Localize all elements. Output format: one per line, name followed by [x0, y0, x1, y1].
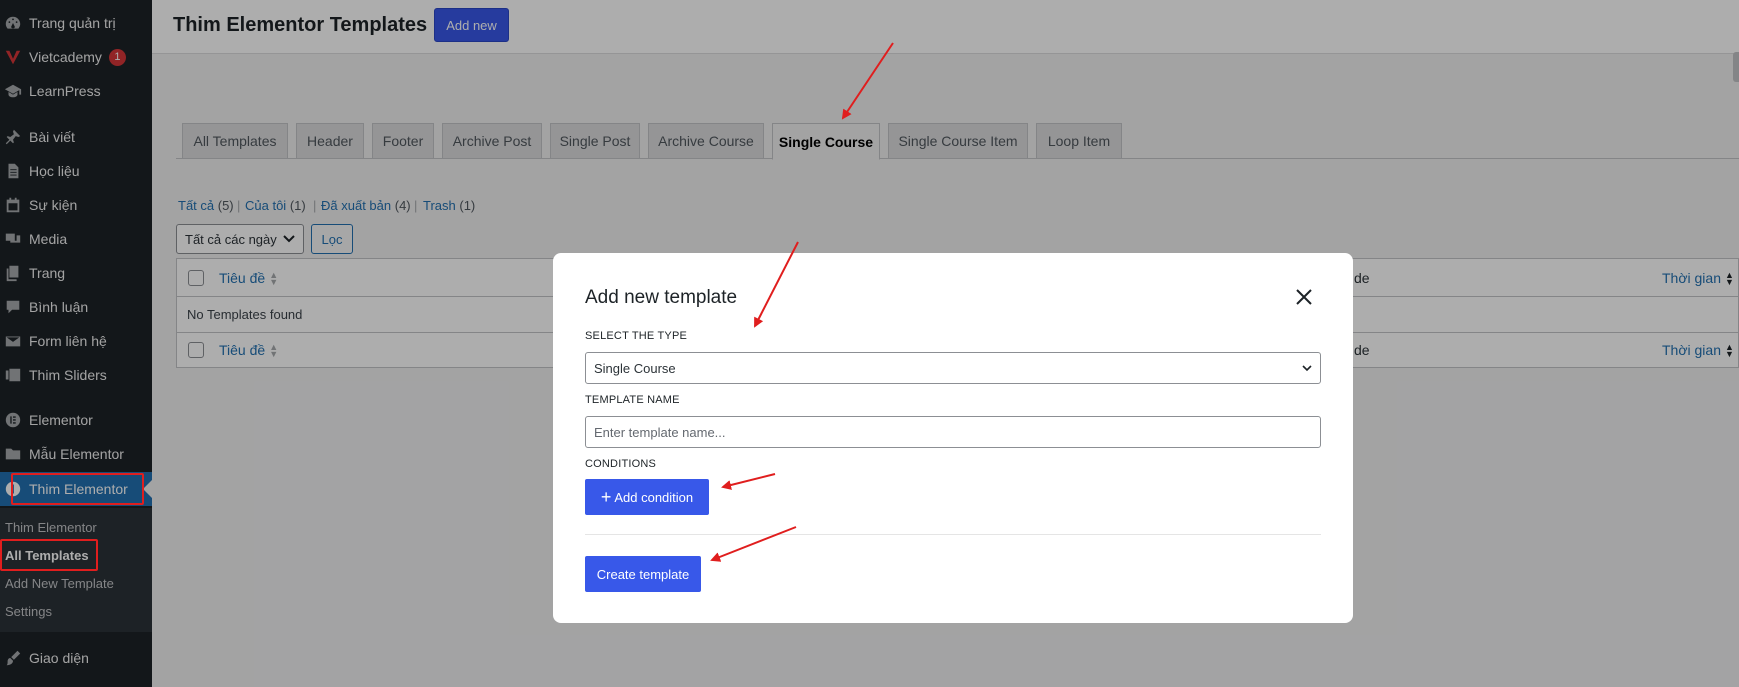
chevron-down-icon	[1302, 365, 1312, 372]
annotation-highlight-box	[11, 473, 144, 505]
add-template-modal: Add new template SELECT THE TYPE Single …	[553, 253, 1353, 623]
create-template-button[interactable]: Create template	[585, 556, 701, 592]
template-type-select[interactable]: Single Course	[585, 352, 1321, 384]
annotation-highlight-box	[0, 539, 98, 571]
modal-divider	[585, 534, 1321, 535]
conditions-label: CONDITIONS	[585, 458, 657, 470]
plus-icon: +	[600, 487, 612, 507]
add-condition-button[interactable]: + Add condition	[585, 479, 709, 515]
add-condition-label: Add condition	[614, 489, 694, 505]
template-name-input[interactable]	[585, 416, 1321, 448]
template-type-value: Single Course	[594, 360, 676, 376]
template-name-label: TEMPLATE NAME	[585, 394, 680, 406]
modal-title: Add new template	[585, 287, 738, 308]
type-label: SELECT THE TYPE	[585, 330, 688, 342]
close-icon[interactable]	[1293, 286, 1315, 308]
